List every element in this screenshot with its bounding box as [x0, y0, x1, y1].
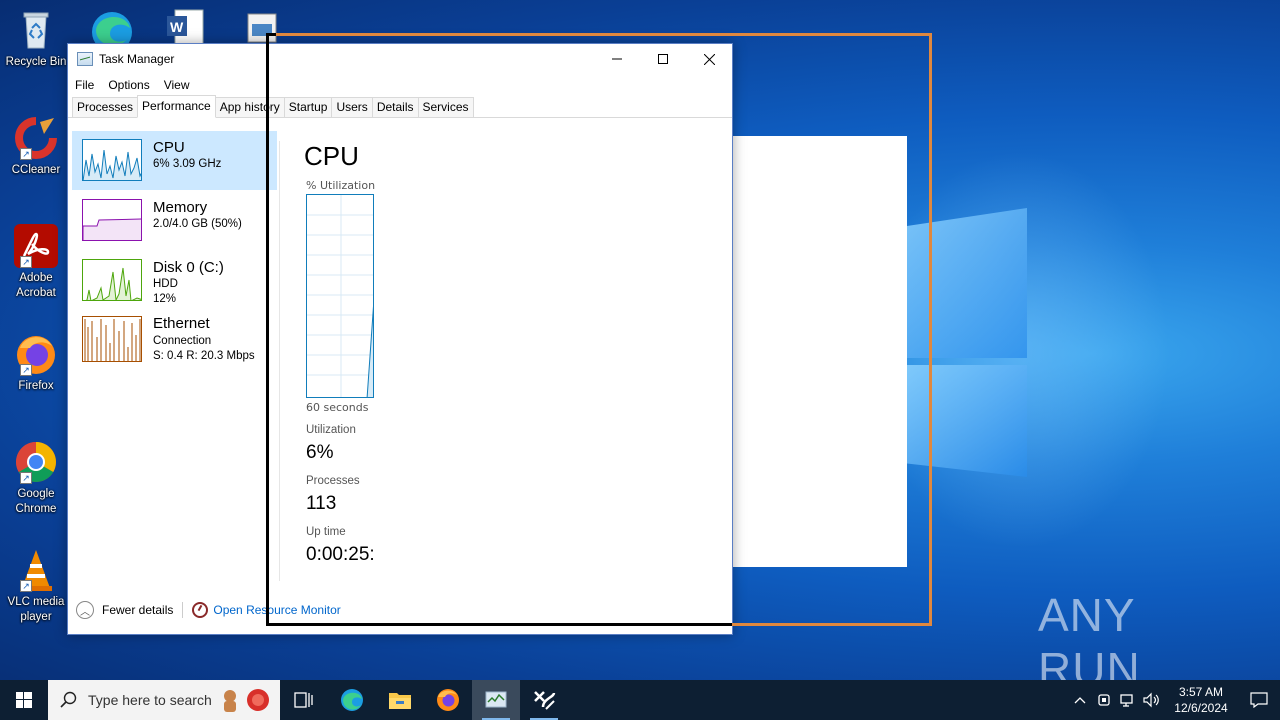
desktop-icon-adobe-acrobat[interactable]: ↗ Adobe Acrobat	[4, 224, 68, 301]
menu-view[interactable]: View	[157, 78, 197, 92]
task-view-icon	[294, 692, 313, 708]
shortcut-arrow-icon: ↗	[20, 148, 32, 160]
tray-network-button[interactable]	[1116, 680, 1140, 720]
shortcut-arrow-icon: ↗	[20, 364, 32, 376]
taskbar-task-manager[interactable]	[472, 680, 520, 720]
shortcut-arrow-icon: ↗	[20, 256, 32, 268]
search-placeholder: Type here to search	[88, 692, 212, 708]
firefox-icon	[437, 689, 459, 711]
vlc-icon: ↗	[14, 548, 58, 592]
desktop-icon-chrome[interactable]: ↗ Google Chrome	[4, 440, 68, 517]
chrome-icon: ↗	[14, 440, 58, 484]
tab-processes[interactable]: Processes	[72, 97, 139, 117]
clock-time: 3:57 AM	[1178, 685, 1224, 699]
tool-icon	[534, 691, 556, 710]
desktop-icon-label: Firefox	[18, 380, 54, 392]
taskbar-clock[interactable]: 3:57 AM 12/6/2024	[1164, 684, 1238, 716]
desktop-icon-label: Adobe Acrobat	[16, 272, 56, 299]
resource-sidebar: CPU 6% 3.09 GHz Memory 2.0/4.0 GB (50%) …	[72, 131, 277, 374]
task-manager-icon	[77, 52, 93, 66]
desktop-icon-label: VLC media player	[7, 596, 65, 623]
device-icon	[1098, 694, 1110, 706]
shortcut-arrow-icon: ↗	[20, 472, 32, 484]
taskbar-edge[interactable]	[328, 680, 376, 720]
firefox-icon: ↗	[14, 332, 58, 376]
ethernet-mini-graph	[82, 316, 142, 362]
sidebar-disk-type: HDD	[153, 278, 178, 290]
chevron-up-icon	[1074, 697, 1086, 704]
task-manager-icon	[485, 691, 507, 708]
menu-options[interactable]: Options	[101, 78, 156, 92]
sidebar-disk-name: Disk 0 (C:)	[153, 259, 224, 276]
adobe-acrobat-icon: ↗	[14, 224, 58, 268]
anyrun-watermark: ANY RUN	[1038, 589, 1238, 680]
sidebar-item-memory[interactable]: Memory 2.0/4.0 GB (50%)	[72, 191, 277, 250]
memory-mini-graph	[82, 199, 142, 241]
system-tray: 3:57 AM 12/6/2024	[1068, 680, 1280, 720]
tray-volume-button[interactable]	[1140, 680, 1164, 720]
sidebar-ethernet-status: Connection	[153, 335, 212, 347]
clock-date: 12/6/2024	[1174, 701, 1228, 715]
network-icon	[1120, 694, 1133, 707]
task-view-button[interactable]	[280, 680, 328, 720]
speaker-icon	[1143, 692, 1159, 708]
selection-rectangle-black	[266, 33, 732, 626]
action-center-button[interactable]	[1238, 680, 1280, 720]
taskbar: Type here to search 3:57 AM 12/6/2024	[0, 680, 1280, 720]
sidebar-memory-name: Memory	[153, 199, 208, 216]
desktop-icon-ccleaner[interactable]: ↗ CCleaner	[4, 116, 68, 178]
taskbar-search-box[interactable]: Type here to search	[48, 680, 280, 720]
tab-performance[interactable]: Performance	[137, 95, 216, 118]
edge-desktop-icon[interactable]	[88, 6, 136, 52]
sidebar-item-ethernet[interactable]: Ethernet Connection S: 0.4 R: 20.3 Mbps	[72, 311, 277, 373]
shortcut-arrow-icon: ↗	[20, 580, 32, 592]
search-highlight-icon	[218, 687, 272, 713]
sidebar-cpu-name: CPU	[153, 139, 185, 156]
footer-divider	[182, 602, 184, 618]
edge-icon	[341, 689, 363, 711]
sidebar-item-disk[interactable]: Disk 0 (C:) HDD 12%	[72, 251, 277, 310]
ccleaner-icon: ↗	[14, 116, 58, 160]
menu-file[interactable]: File	[68, 78, 101, 92]
cpu-mini-graph	[82, 139, 142, 181]
start-button[interactable]	[0, 680, 48, 720]
svg-text:W: W	[170, 19, 184, 35]
folder-icon	[389, 693, 411, 709]
tray-device-button[interactable]	[1092, 680, 1116, 720]
fewer-details-button[interactable]: Fewer details	[102, 603, 173, 617]
window-title: Task Manager	[99, 52, 175, 66]
search-icon	[60, 691, 77, 708]
selection-corner-mark	[266, 33, 276, 36]
desktop-icon-vlc[interactable]: ↗ VLC media player	[4, 548, 68, 625]
taskbar-file-explorer[interactable]	[376, 680, 424, 720]
chevron-up-icon[interactable]: ︿	[76, 601, 94, 619]
sidebar-ethernet-name: Ethernet	[153, 315, 210, 332]
word-document-icon[interactable]: W	[165, 8, 205, 45]
windows-start-icon	[16, 692, 32, 708]
sidebar-item-cpu[interactable]: CPU 6% 3.09 GHz	[72, 131, 277, 190]
desktop-icon-label: CCleaner	[11, 164, 61, 176]
desktop-icon-label: Google Chrome	[15, 488, 57, 515]
watermark-text: ANY RUN	[1038, 589, 1141, 680]
tray-overflow-button[interactable]	[1068, 680, 1092, 720]
notification-icon	[1250, 692, 1268, 708]
taskbar-ccleaner-tool[interactable]	[520, 680, 568, 720]
desktop-icon-label: Recycle Bin	[5, 56, 67, 68]
sidebar-cpu-detail: 6% 3.09 GHz	[153, 158, 222, 170]
sidebar-disk-usage: 12%	[153, 293, 177, 305]
sidebar-memory-detail: 2.0/4.0 GB (50%)	[153, 218, 242, 230]
sidebar-ethernet-throughput: S: 0.4 R: 20.3 Mbps	[153, 350, 255, 362]
taskbar-firefox[interactable]	[424, 680, 472, 720]
disk-mini-graph	[82, 259, 142, 301]
desktop-icon-firefox[interactable]: ↗ Firefox	[4, 332, 68, 394]
desktop-icon-recycle-bin[interactable]: Recycle Bin	[4, 8, 68, 70]
resource-monitor-icon	[192, 602, 209, 618]
recycle-bin-icon	[14, 8, 58, 52]
